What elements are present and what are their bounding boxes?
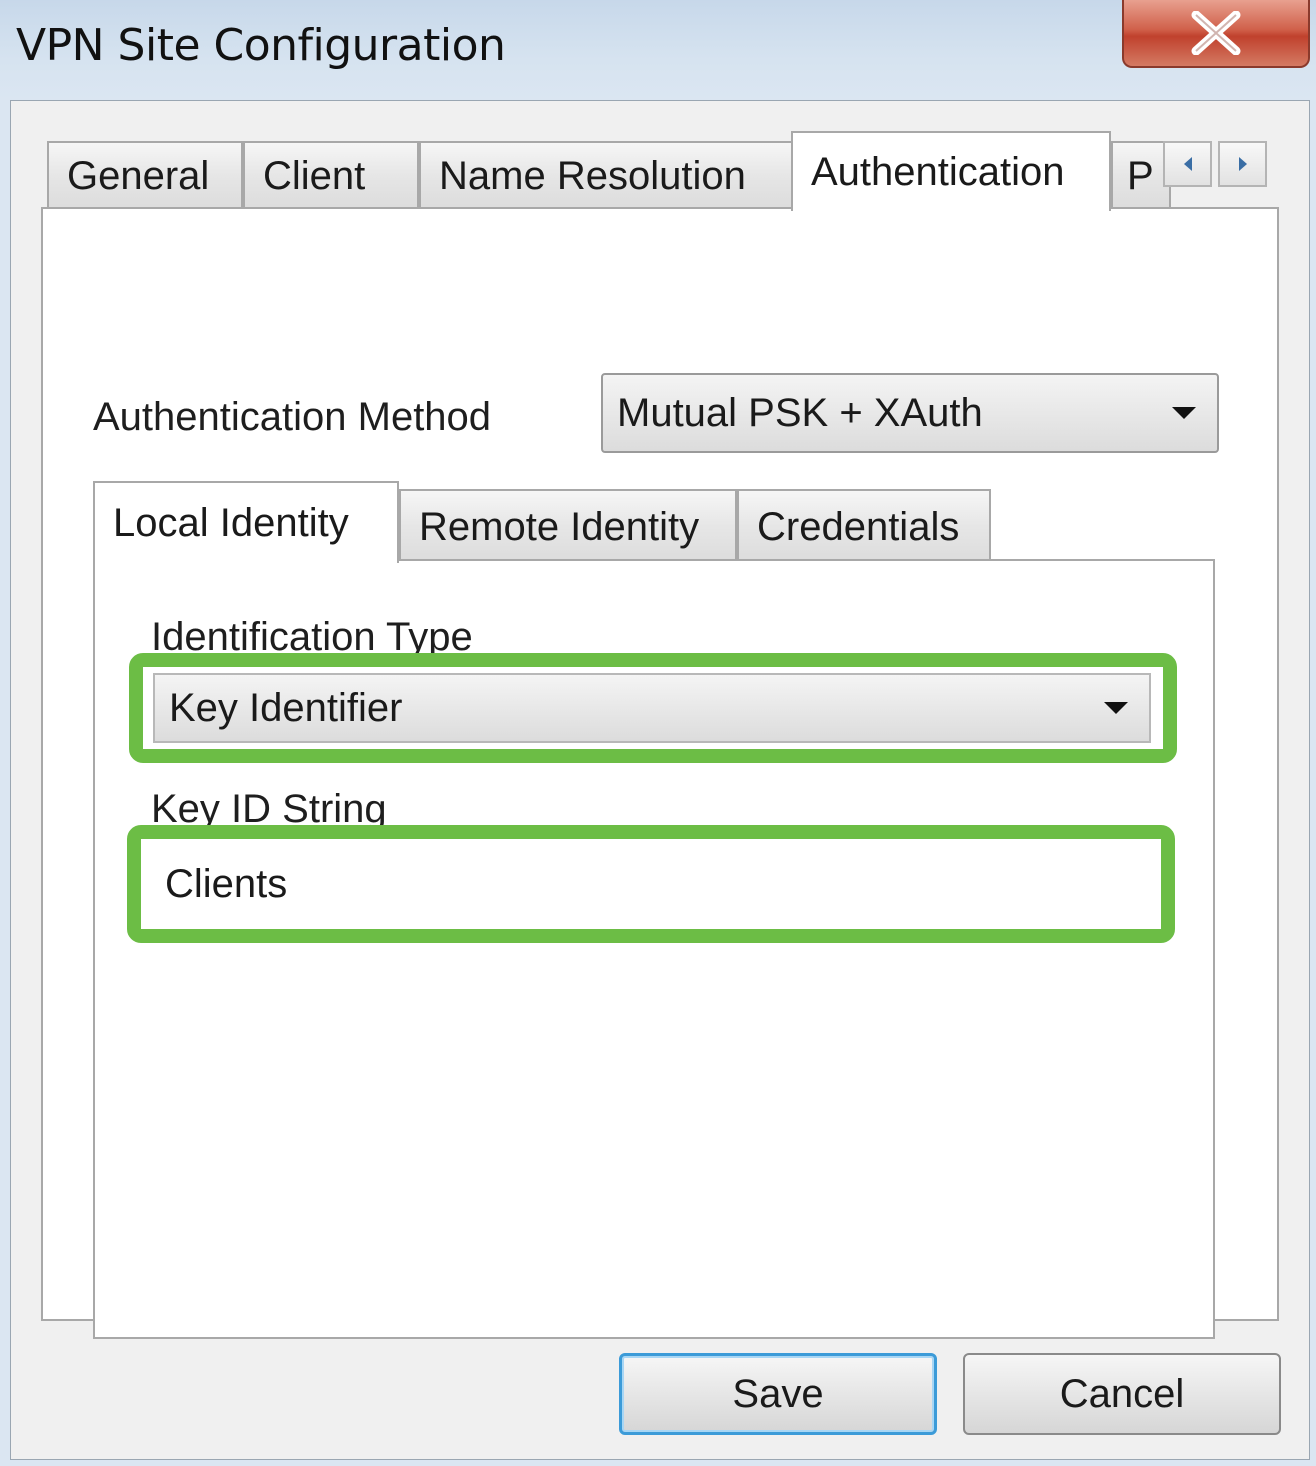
dropdown-arrow-icon [1104,702,1128,714]
tab-label: Local Identity [113,500,349,545]
tab-label: Authentication [811,149,1065,194]
tab-general[interactable]: General [47,141,243,209]
key-id-string-label: Key ID String [151,787,387,827]
close-button[interactable] [1122,0,1310,68]
identification-type-dropdown[interactable]: Key Identifier [153,673,1151,743]
save-button[interactable]: Save [619,1353,937,1435]
tab-credentials[interactable]: Credentials [737,489,991,563]
identification-type-value: Key Identifier [169,685,403,730]
window-title: VPN Site Configuration [16,20,506,71]
title-bar: VPN Site Configuration [0,0,1316,100]
tab-scroll-right-button[interactable] [1218,141,1267,187]
close-icon [1191,11,1241,55]
key-id-string-input[interactable]: Clients [151,847,1151,921]
triangle-left-icon [1183,157,1192,171]
authentication-method-label: Authentication Method [93,395,492,439]
tab-scroll-left-button[interactable] [1163,141,1212,187]
vpn-site-configuration-dialog: VPN Site Configuration General Client Na… [0,0,1316,1466]
tab-remote-identity[interactable]: Remote Identity [399,489,737,563]
tab-label: Credentials [757,504,960,549]
dropdown-arrow-icon [1172,407,1196,419]
tab-client[interactable]: Client [243,141,419,209]
tab-label: Name Resolution [439,153,746,198]
triangle-right-icon [1238,157,1247,171]
authentication-panel: Authentication Method Mutual PSK + XAuth… [41,207,1279,1339]
tab-partial-p[interactable]: P [1111,141,1171,209]
cancel-button-label: Cancel [1059,1371,1185,1416]
outer-tab-strip: General Client Name Resolution Authentic… [11,101,1309,211]
save-button-label: Save [732,1371,824,1416]
tab-label: Client [263,153,366,198]
tab-authentication[interactable]: Authentication [791,131,1111,211]
local-identity-panel: Identification Type Key Identifier Key I… [93,559,1215,1339]
tab-label: General [67,153,210,198]
tab-scroll-arrows [1163,141,1273,187]
key-id-string-value: Clients [165,861,288,906]
dialog-body: General Client Name Resolution Authentic… [10,100,1310,1460]
tab-label: P [1127,153,1154,198]
authentication-method-value: Mutual PSK + XAuth [617,390,983,435]
cancel-button[interactable]: Cancel [963,1353,1281,1435]
tab-name-resolution[interactable]: Name Resolution [419,141,793,209]
tab-label: Remote Identity [419,504,700,549]
authentication-method-dropdown[interactable]: Mutual PSK + XAuth [601,373,1219,453]
tab-local-identity[interactable]: Local Identity [93,481,399,563]
